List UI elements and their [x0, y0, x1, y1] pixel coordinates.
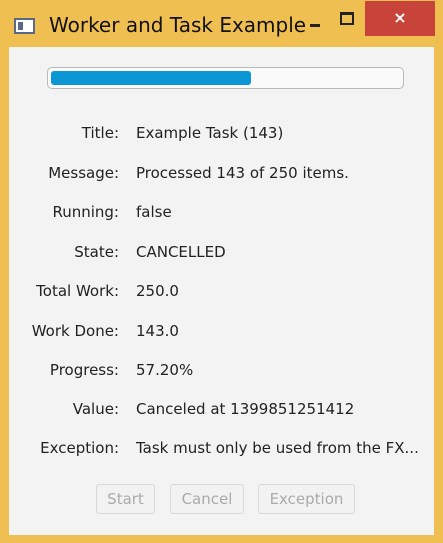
- exception-button[interactable]: Exception: [258, 484, 355, 514]
- window-title: Worker and Task Example: [49, 13, 307, 37]
- app-window: Worker and Task Example × Title: Example…: [0, 0, 443, 543]
- cancel-button[interactable]: Cancel: [170, 484, 244, 514]
- field-row-progress: Progress: 57.20%: [9, 361, 434, 385]
- field-value-running: false: [136, 203, 172, 221]
- close-icon[interactable]: ×: [365, 1, 435, 36]
- start-button[interactable]: Start: [96, 484, 155, 514]
- field-value-work-done: 143.0: [136, 322, 179, 340]
- minimize-icon[interactable]: [300, 12, 330, 36]
- field-label-exception: Exception:: [40, 439, 119, 457]
- field-label-title: Title:: [81, 124, 119, 142]
- field-label-total-work: Total Work:: [36, 282, 119, 300]
- field-value-value: Canceled at 1399851251412: [136, 400, 355, 418]
- field-row-running: Running: false: [9, 203, 434, 227]
- field-value-total-work: 250.0: [136, 282, 179, 300]
- field-label-state: State:: [74, 243, 119, 261]
- field-value-progress: 57.20%: [136, 361, 194, 379]
- progress-bar-fill: [51, 71, 251, 85]
- field-value-title: Example Task (143): [136, 124, 284, 142]
- maximize-icon[interactable]: [332, 8, 362, 32]
- field-value-exception: Task must only be used from the FX...: [136, 439, 419, 457]
- field-value-message: Processed 143 of 250 items.: [136, 164, 349, 182]
- window-icon[interactable]: [14, 18, 35, 34]
- field-row-total-work: Total Work: 250.0: [9, 282, 434, 306]
- content-panel: Title: Example Task (143) Message: Proce…: [9, 47, 434, 535]
- progress-bar: [47, 67, 404, 89]
- field-row-state: State: CANCELLED: [9, 243, 434, 267]
- field-label-running: Running:: [52, 203, 119, 221]
- title-bar[interactable]: Worker and Task Example ×: [0, 0, 443, 47]
- field-label-value: Value:: [72, 400, 119, 418]
- field-label-work-done: Work Done:: [31, 322, 119, 340]
- field-row-work-done: Work Done: 143.0: [9, 322, 434, 346]
- field-row-message: Message: Processed 143 of 250 items.: [9, 164, 434, 188]
- field-row-exception: Exception: Task must only be used from t…: [9, 439, 434, 463]
- field-row-value: Value: Canceled at 1399851251412: [9, 400, 434, 424]
- field-row-title: Title: Example Task (143): [9, 124, 434, 148]
- field-value-state: CANCELLED: [136, 243, 226, 261]
- field-label-progress: Progress:: [49, 361, 119, 379]
- field-label-message: Message:: [48, 164, 119, 182]
